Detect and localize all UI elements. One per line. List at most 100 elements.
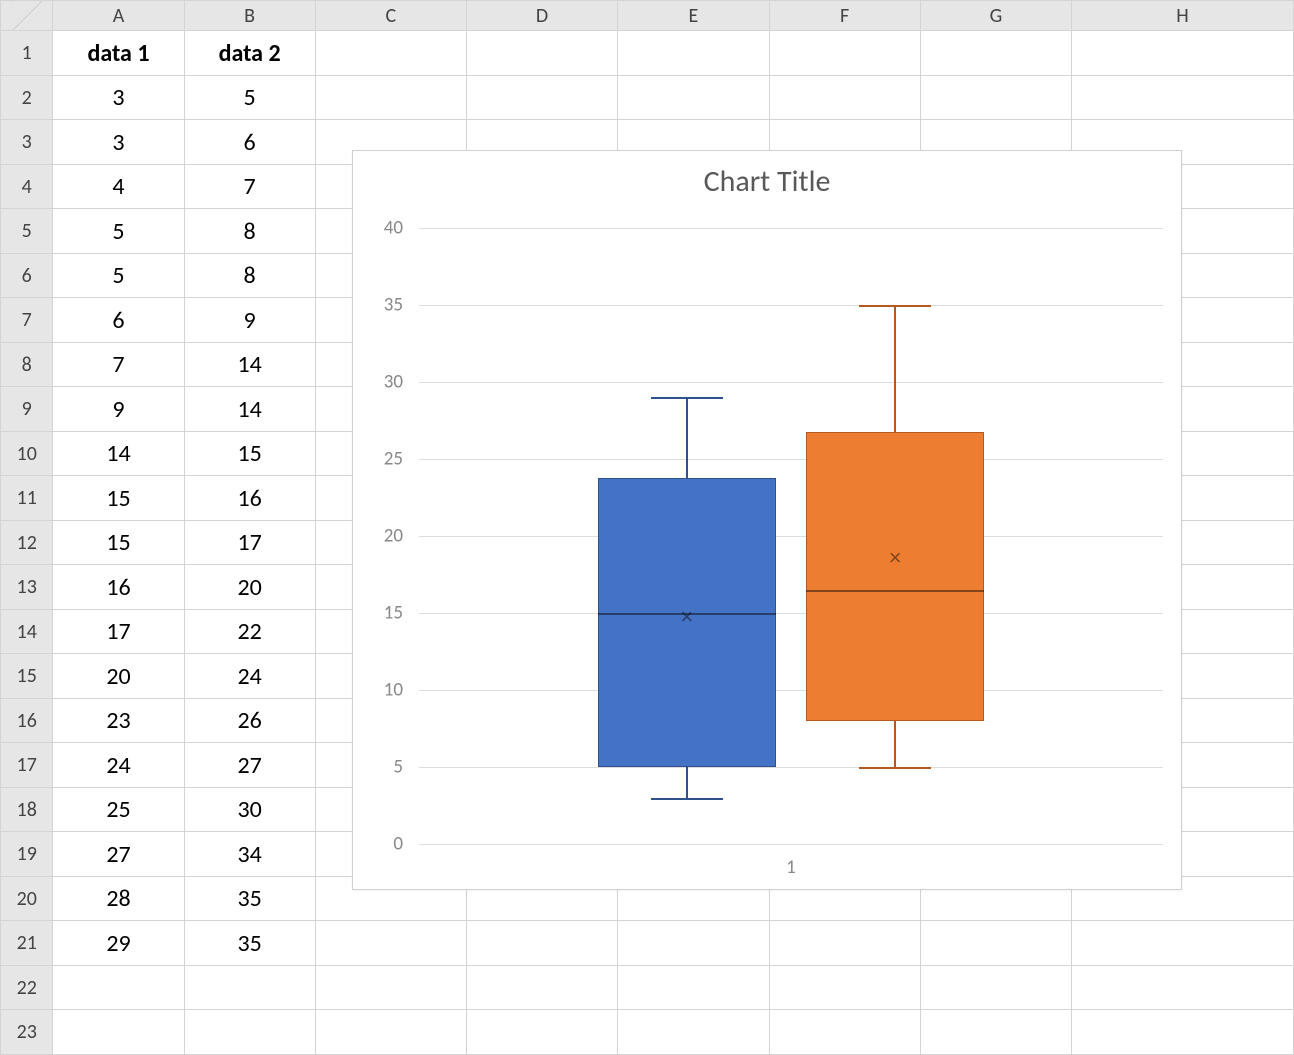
- cell-H21[interactable]: [1072, 921, 1294, 966]
- row-header-5[interactable]: 5: [1, 209, 53, 254]
- cell-B11[interactable]: 16: [184, 476, 315, 521]
- cell-A10[interactable]: 14: [53, 431, 184, 476]
- row-header-4[interactable]: 4: [1, 164, 53, 209]
- cell-D22[interactable]: [466, 965, 617, 1010]
- cell-A21[interactable]: 29: [53, 921, 184, 966]
- row-header-17[interactable]: 17: [1, 743, 53, 788]
- cell-B21[interactable]: 35: [184, 921, 315, 966]
- cell-C1[interactable]: [315, 31, 466, 76]
- cell-B2[interactable]: 5: [184, 75, 315, 120]
- cell-A18[interactable]: 25: [53, 787, 184, 832]
- column-header-A[interactable]: A: [53, 1, 184, 31]
- row-header-13[interactable]: 13: [1, 565, 53, 610]
- cell-G21[interactable]: [920, 921, 1071, 966]
- cell-E1[interactable]: [618, 31, 769, 76]
- cell-C22[interactable]: [315, 965, 466, 1010]
- cell-B17[interactable]: 27: [184, 743, 315, 788]
- cell-D21[interactable]: [466, 921, 617, 966]
- cell-F1[interactable]: [769, 31, 920, 76]
- row-header-14[interactable]: 14: [1, 609, 53, 654]
- cell-C2[interactable]: [315, 75, 466, 120]
- cell-A9[interactable]: 9: [53, 387, 184, 432]
- cell-G1[interactable]: [920, 31, 1071, 76]
- cell-C21[interactable]: [315, 921, 466, 966]
- cell-B3[interactable]: 6: [184, 120, 315, 165]
- cell-A2[interactable]: 3: [53, 75, 184, 120]
- cell-A3[interactable]: 3: [53, 120, 184, 165]
- cell-A8[interactable]: 7: [53, 342, 184, 387]
- cell-F23[interactable]: [769, 1010, 920, 1055]
- row-header-8[interactable]: 8: [1, 342, 53, 387]
- cell-E22[interactable]: [618, 965, 769, 1010]
- cell-B13[interactable]: 20: [184, 565, 315, 610]
- cell-A23[interactable]: [53, 1010, 184, 1055]
- column-header-B[interactable]: B: [184, 1, 315, 31]
- cell-A13[interactable]: 16: [53, 565, 184, 610]
- cell-A14[interactable]: 17: [53, 609, 184, 654]
- column-header-H[interactable]: H: [1072, 1, 1294, 31]
- cell-A15[interactable]: 20: [53, 654, 184, 699]
- cell-A7[interactable]: 6: [53, 298, 184, 343]
- row-header-7[interactable]: 7: [1, 298, 53, 343]
- cell-A1[interactable]: data 1: [53, 31, 184, 76]
- cell-A20[interactable]: 28: [53, 876, 184, 921]
- cell-H23[interactable]: [1072, 1010, 1294, 1055]
- row-header-15[interactable]: 15: [1, 654, 53, 699]
- cell-B12[interactable]: 17: [184, 520, 315, 565]
- cell-B14[interactable]: 22: [184, 609, 315, 654]
- cell-G2[interactable]: [920, 75, 1071, 120]
- row-header-20[interactable]: 20: [1, 876, 53, 921]
- select-all-corner[interactable]: [1, 1, 53, 31]
- cell-B15[interactable]: 24: [184, 654, 315, 699]
- cell-B23[interactable]: [184, 1010, 315, 1055]
- cell-A12[interactable]: 15: [53, 520, 184, 565]
- cell-B4[interactable]: 7: [184, 164, 315, 209]
- cell-B10[interactable]: 15: [184, 431, 315, 476]
- cell-B9[interactable]: 14: [184, 387, 315, 432]
- row-header-22[interactable]: 22: [1, 965, 53, 1010]
- row-header-16[interactable]: 16: [1, 698, 53, 743]
- cell-B18[interactable]: 30: [184, 787, 315, 832]
- cell-E2[interactable]: [618, 75, 769, 120]
- cell-A11[interactable]: 15: [53, 476, 184, 521]
- cell-C23[interactable]: [315, 1010, 466, 1055]
- cell-A4[interactable]: 4: [53, 164, 184, 209]
- row-header-6[interactable]: 6: [1, 253, 53, 298]
- column-header-E[interactable]: E: [618, 1, 769, 31]
- cell-A16[interactable]: 23: [53, 698, 184, 743]
- boxplot-data-2[interactable]: ×: [806, 228, 985, 844]
- row-header-9[interactable]: 9: [1, 387, 53, 432]
- row-header-19[interactable]: 19: [1, 832, 53, 877]
- cell-F22[interactable]: [769, 965, 920, 1010]
- cell-B7[interactable]: 9: [184, 298, 315, 343]
- row-header-18[interactable]: 18: [1, 787, 53, 832]
- cell-F2[interactable]: [769, 75, 920, 120]
- cell-E21[interactable]: [618, 921, 769, 966]
- row-header-21[interactable]: 21: [1, 921, 53, 966]
- cell-A6[interactable]: 5: [53, 253, 184, 298]
- cell-B19[interactable]: 34: [184, 832, 315, 877]
- cell-E23[interactable]: [618, 1010, 769, 1055]
- cell-B16[interactable]: 26: [184, 698, 315, 743]
- boxplot-data-1[interactable]: ×: [598, 228, 777, 844]
- cell-A5[interactable]: 5: [53, 209, 184, 254]
- cell-B8[interactable]: 14: [184, 342, 315, 387]
- cell-H1[interactable]: [1072, 31, 1294, 76]
- cell-H2[interactable]: [1072, 75, 1294, 120]
- cell-A22[interactable]: [53, 965, 184, 1010]
- cell-B20[interactable]: 35: [184, 876, 315, 921]
- row-header-12[interactable]: 12: [1, 520, 53, 565]
- cell-F21[interactable]: [769, 921, 920, 966]
- cell-B22[interactable]: [184, 965, 315, 1010]
- row-header-2[interactable]: 2: [1, 75, 53, 120]
- cell-B1[interactable]: data 2: [184, 31, 315, 76]
- box-whisker-chart[interactable]: Chart Title 0510152025303540 ×× 1: [352, 150, 1182, 890]
- row-header-10[interactable]: 10: [1, 431, 53, 476]
- row-header-3[interactable]: 3: [1, 120, 53, 165]
- cell-D2[interactable]: [466, 75, 617, 120]
- cell-A17[interactable]: 24: [53, 743, 184, 788]
- column-header-D[interactable]: D: [466, 1, 617, 31]
- cell-G22[interactable]: [920, 965, 1071, 1010]
- cell-B6[interactable]: 8: [184, 253, 315, 298]
- row-header-11[interactable]: 11: [1, 476, 53, 521]
